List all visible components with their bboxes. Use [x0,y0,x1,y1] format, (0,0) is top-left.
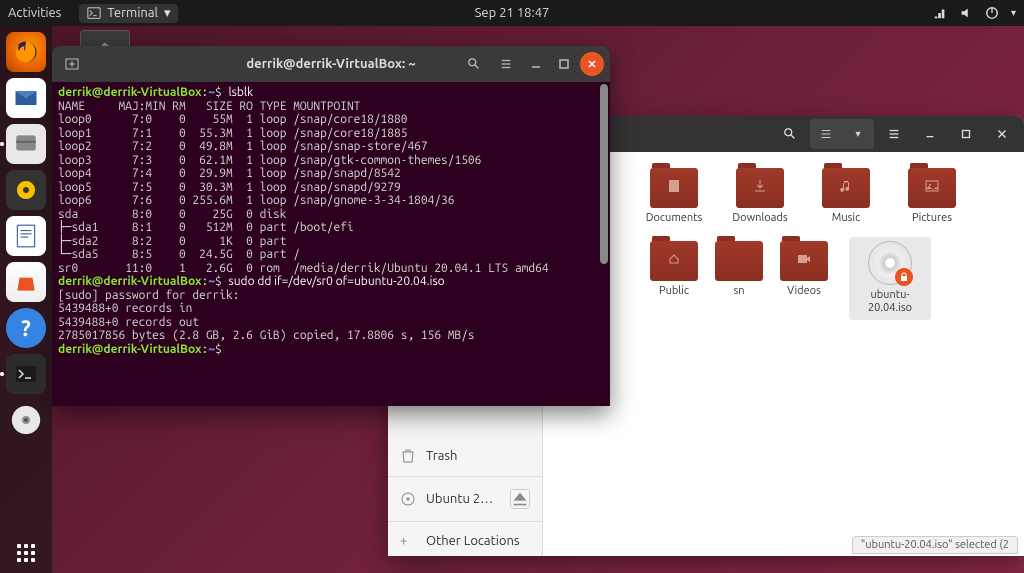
terminal-scrollbar[interactable] [600,84,608,264]
sidebar-trash[interactable]: Trash [388,440,542,472]
files-content[interactable]: Documents Downloads Music Pictures Publi… [543,152,1024,556]
folder-downloads[interactable]: Downloads [719,164,801,229]
terminal-titlebar[interactable]: derrik@derrik-VirtualBox: ~ [52,46,610,82]
trash-icon [400,448,416,464]
sidebar-item-label: Trash [426,449,457,463]
activities-button[interactable]: Activities [8,6,61,20]
dock-terminal[interactable] [6,354,46,394]
sidebar-item-label: Other Locations [426,534,520,548]
terminal-menu-button[interactable] [492,50,520,78]
plus-icon: + [400,534,416,548]
dock-disc[interactable] [6,400,46,440]
clock[interactable]: Sep 21 18:47 [475,6,550,20]
files-statusbar: "ubuntu-20.04.iso" selected (2 [852,536,1018,554]
files-view-list-button[interactable] [810,119,842,149]
terminal-new-tab-button[interactable] [58,50,86,78]
files-close-button[interactable] [986,119,1018,149]
sidebar-other-locations[interactable]: + Other Locations [388,521,542,556]
file-ubuntu-iso[interactable]: ubuntu-20.04.iso [849,237,931,319]
sidebar-item-label: Ubuntu 20.0… [426,492,496,506]
file-label: Public [659,285,689,298]
files-menu-button[interactable] [878,119,910,149]
dock-writer[interactable] [6,216,46,256]
terminal-minimize-button[interactable] [524,52,548,76]
eject-button[interactable] [510,489,530,509]
top-bar: Activities Terminal ▾ Sep 21 18:47 ▾ [0,0,1024,26]
chevron-down-icon[interactable]: ▾ [1011,7,1016,19]
folder-music[interactable]: Music [805,164,887,229]
dock-firefox[interactable] [6,32,46,72]
terminal-icon [87,6,101,20]
chevron-down-icon: ▾ [164,6,171,21]
folder-snap[interactable]: sn [719,237,759,319]
file-label: Music [832,212,860,225]
files-view-dropdown[interactable]: ▾ [842,119,874,149]
folder-documents[interactable]: Documents [633,164,715,229]
file-label: Documents [646,212,703,225]
disc-icon [400,491,416,507]
dock-software[interactable] [6,262,46,302]
terminal-search-button[interactable] [460,50,488,78]
app-menu[interactable]: Terminal ▾ [79,4,178,23]
folder-videos[interactable]: Videos [763,237,845,319]
app-menu-label: Terminal [107,6,158,20]
power-icon[interactable] [985,6,999,20]
terminal-title: derrik@derrik-VirtualBox: ~ [246,57,415,71]
files-minimize-button[interactable] [914,119,946,149]
volume-icon[interactable] [959,6,973,20]
terminal-close-button[interactable] [580,52,604,76]
terminal-body[interactable]: derrik@derrik-VirtualBox:~$ lsblk NAME M… [52,82,610,406]
files-maximize-button[interactable] [950,119,982,149]
file-label: ubuntu-20.04.iso [853,289,927,315]
files-search-button[interactable] [774,119,806,149]
file-label: Pictures [912,212,952,225]
file-label: sn [733,285,744,298]
file-label: Videos [787,285,821,298]
folder-pictures[interactable]: Pictures [891,164,973,229]
disc-icon [868,241,912,285]
network-icon[interactable] [933,6,947,20]
dock-show-apps[interactable] [6,533,46,573]
dock-thunderbird[interactable] [6,78,46,118]
dock-help[interactable]: ? [6,308,46,348]
terminal-window: derrik@derrik-VirtualBox: ~ derrik@derri… [52,46,610,406]
dock-files[interactable] [6,124,46,164]
dock: ? [0,26,52,573]
terminal-maximize-button[interactable] [552,52,576,76]
folder-public[interactable]: Public [633,237,715,319]
dock-rhythmbox[interactable] [6,170,46,210]
sidebar-disc[interactable]: Ubuntu 20.0… [388,476,542,517]
lock-badge-icon [895,268,913,286]
file-label: Downloads [732,212,787,225]
